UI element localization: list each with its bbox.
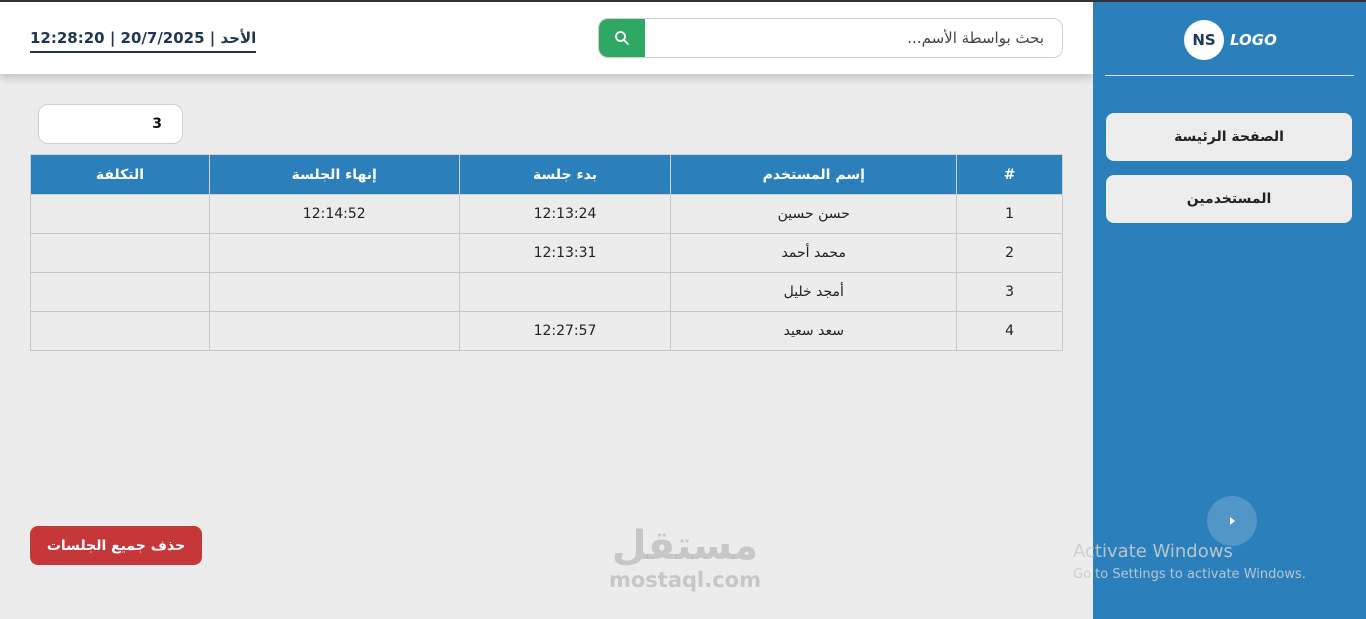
cell-session-start: 12:13:24 bbox=[458, 194, 672, 234]
cell-username: سعد سعيد bbox=[670, 311, 958, 351]
column-header-session-start: بدء جلسة bbox=[458, 154, 672, 195]
caret-right-icon bbox=[1230, 517, 1235, 525]
sessions-table: # إسم المستخدم بدء جلسة إنهاء الجلسة الت… bbox=[30, 154, 1063, 351]
cell-session-end bbox=[208, 311, 460, 351]
sidebar-item-home[interactable]: الصفحة الرئيسة bbox=[1106, 113, 1352, 161]
sidebar-item-users[interactable]: المستخدمين bbox=[1106, 175, 1352, 223]
cell-session-start bbox=[458, 272, 672, 312]
column-header-cost: التكلفة bbox=[30, 154, 210, 195]
activate-windows-title: Activate Windows bbox=[1073, 541, 1233, 562]
cell-session-end bbox=[208, 272, 460, 312]
search-icon bbox=[615, 31, 629, 45]
activate-windows-subtitle: Go to Settings to activate Windows. bbox=[1073, 567, 1306, 582]
column-header-number: # bbox=[956, 154, 1063, 195]
column-header-username: إسم المستخدم bbox=[670, 154, 958, 195]
cell-session-start: 12:27:57 bbox=[458, 311, 672, 351]
session-count-field[interactable]: 3 bbox=[38, 104, 183, 144]
cell-number: 1 bbox=[956, 194, 1063, 234]
cell-username: أمجد خليل bbox=[670, 272, 958, 312]
delete-all-sessions-button[interactable]: حذف جميع الجلسات bbox=[30, 526, 202, 565]
cell-cost bbox=[30, 311, 210, 351]
table-row[interactable]: 4 سعد سعيد 12:27:57 bbox=[30, 311, 1063, 351]
search-button[interactable] bbox=[599, 19, 645, 57]
table-row[interactable]: 2 محمد أحمد 12:13:31 bbox=[30, 233, 1063, 273]
datetime-display: 12:28:20 | 20/7/2025 | الأحد bbox=[30, 29, 257, 53]
cell-cost bbox=[30, 272, 210, 312]
sidebar: NS LOGO الصفحة الرئيسة المستخدمين bbox=[1093, 2, 1366, 619]
cell-session-end: 12:14:52 bbox=[208, 194, 460, 234]
cell-number: 4 bbox=[956, 311, 1063, 351]
cell-cost bbox=[30, 194, 210, 234]
watermark-latin: mostaql.com bbox=[609, 568, 761, 592]
cell-username: حسن حسين bbox=[670, 194, 958, 234]
watermark: مستقل mostaql.com bbox=[600, 524, 770, 592]
sidebar-toggle-button[interactable] bbox=[1207, 496, 1257, 546]
sidebar-divider bbox=[1105, 75, 1354, 76]
cell-username: محمد أحمد bbox=[670, 233, 958, 273]
activate-windows-overlay: Activate Windows Go to Settings to activ… bbox=[1073, 540, 1306, 586]
cell-number: 3 bbox=[956, 272, 1063, 312]
cell-session-end bbox=[208, 233, 460, 273]
column-header-session-end: إنهاء الجلسة bbox=[208, 154, 460, 195]
logo: NS LOGO bbox=[1184, 20, 1277, 60]
top-header: 12:28:20 | 20/7/2025 | الأحد bbox=[0, 2, 1093, 74]
logo-text: LOGO bbox=[1230, 31, 1277, 49]
table-row[interactable]: 1 حسن حسين 12:13:24 12:14:52 bbox=[30, 194, 1063, 234]
logo-badge: NS bbox=[1184, 20, 1224, 60]
cell-number: 2 bbox=[956, 233, 1063, 273]
cell-cost bbox=[30, 233, 210, 273]
search-input[interactable] bbox=[645, 19, 1062, 57]
search-bar bbox=[598, 18, 1063, 58]
watermark-arabic: مستقل bbox=[611, 523, 759, 569]
table-header-row: # إسم المستخدم بدء جلسة إنهاء الجلسة الت… bbox=[30, 154, 1063, 195]
cell-session-start: 12:13:31 bbox=[458, 233, 672, 273]
table-row[interactable]: 3 أمجد خليل bbox=[30, 272, 1063, 312]
